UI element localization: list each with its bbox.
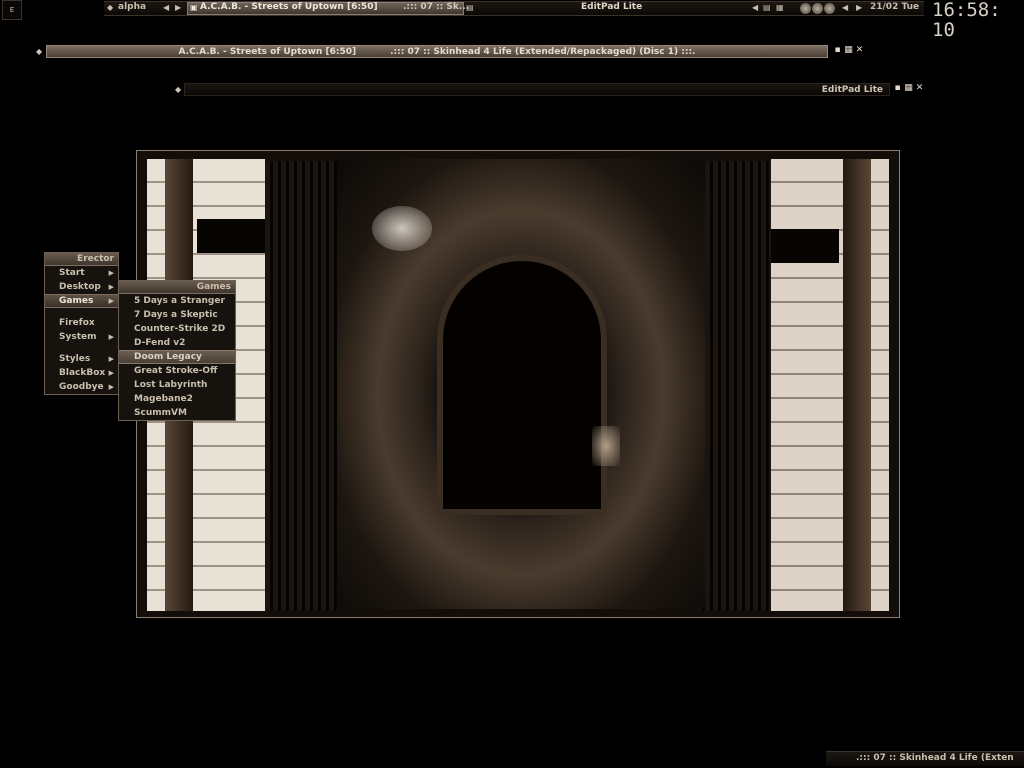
menu-item-label: Desktop <box>59 282 101 292</box>
submenu-arrow-icon: ▶ <box>108 269 114 277</box>
menu-item-label: Games <box>59 296 94 306</box>
track-title: A.C.A.B. - Streets of Uptown [6:50] <box>178 47 357 57</box>
music-player-window-buttons: ▪ ▦ ✕ <box>832 45 865 58</box>
submenu-arrow-icon: ▶ <box>108 297 114 305</box>
maximize-icon[interactable]: ▦ <box>843 45 854 55</box>
menu-item-label: Styles <box>59 354 91 364</box>
bottom-task-bar[interactable]: .::: 07 :: Skinhead 4 Life (Exten <box>826 751 1024 766</box>
window-left-arrow-icon[interactable]: ◀ <box>752 3 758 12</box>
music-player-titlebar[interactable]: A.C.A.B. - Streets of Uptown [6:50] .::: … <box>46 45 828 58</box>
task-label-active[interactable]: A.C.A.B. - Streets of Uptown [6:50] <box>200 2 378 12</box>
game-item-d-fend-v2[interactable]: D-Fend v2 <box>119 336 235 350</box>
game-item-lost-labyrinth[interactable]: Lost Labyrinth <box>119 378 235 392</box>
menu-separator <box>45 344 118 352</box>
games-menu-title: Games <box>119 281 235 294</box>
menu-item-label: Start <box>59 268 85 278</box>
tray-status-icon[interactable] <box>824 3 835 14</box>
toolbar: E ◆ alpha ◀ ▶ ▣ A.C.A.B. - Streets of Up… <box>0 0 1024 40</box>
root-menu-title: Erector <box>45 253 118 266</box>
close-icon[interactable]: ✕ <box>854 45 865 55</box>
wallpaper-lamp <box>592 426 620 466</box>
editpad-close-icon[interactable]: ✕ <box>914 83 925 93</box>
game-item-counter-strike-2d[interactable]: Counter-Strike 2D <box>119 322 235 336</box>
wallpaper-right-edge <box>843 159 871 611</box>
wallpaper-image <box>136 150 900 618</box>
root-menu: Erector Start ▶ Desktop ▶ Games ▶ Firefox S… <box>44 252 119 395</box>
game-item-7-days-a-skeptic[interactable]: 7 Days a Skeptic <box>119 308 235 322</box>
editpad-window-buttons: ▪ ▦ ✕ <box>892 83 925 96</box>
menu-item-label: Firefox <box>59 318 95 328</box>
submenu-arrow-icon: ▶ <box>108 333 114 341</box>
save-icon[interactable]: ▦ <box>776 3 784 12</box>
music-player-title: A.C.A.B. - Streets of Uptown [6:50] .::: … <box>47 47 827 57</box>
menu-item-goodbye[interactable]: Goodbye ▶ <box>45 380 118 394</box>
window-menu-icon[interactable]: ◆ <box>36 47 42 56</box>
wallpaper-left-gate <box>265 161 339 611</box>
menu-item-firefox[interactable]: Firefox <box>45 316 118 330</box>
games-submenu: Games 5 Days a Stranger 7 Days a Skeptic… <box>118 280 236 421</box>
submenu-arrow-icon: ▶ <box>108 383 114 391</box>
tray-right-arrow-icon[interactable]: ▶ <box>856 3 862 12</box>
track-subtitle: .::: 07 :: Skinhead 4 Life (Extended/Rep… <box>390 47 696 57</box>
submenu-arrow-icon: ▶ <box>108 283 114 291</box>
editpad-task-icon: ▤ <box>466 3 474 12</box>
workspace-left-arrow-icon[interactable]: ◀ <box>163 3 169 12</box>
menu-item-system[interactable]: System ▶ <box>45 330 118 344</box>
wallpaper-right-pillar <box>771 159 889 611</box>
menu-item-games[interactable]: Games ▶ <box>45 294 118 308</box>
editpad-maximize-icon[interactable]: ▦ <box>903 83 914 93</box>
submenu-arrow-icon: ▶ <box>108 355 114 363</box>
workspace-right-arrow-icon[interactable]: ▶ <box>175 3 181 12</box>
menu-item-label: BlackBox <box>59 368 106 378</box>
menu-corner-button[interactable]: E <box>2 0 22 20</box>
task-app-icon: ▣ <box>190 3 198 12</box>
printer-icon[interactable]: ▤ <box>763 3 771 12</box>
wallpaper-arch-opening <box>437 255 607 515</box>
task-label-secondary[interactable]: .::: 07 :: Sk... <box>403 2 469 12</box>
minimize-icon[interactable]: ▪ <box>832 45 843 55</box>
menu-item-start[interactable]: Start ▶ <box>45 266 118 280</box>
workspace-label[interactable]: alpha <box>118 2 146 12</box>
game-item-doom-legacy[interactable]: Doom Legacy <box>119 350 235 364</box>
submenu-arrow-icon: ▶ <box>108 369 114 377</box>
clock: 16:58: 10 <box>932 0 1001 41</box>
editpad-minimize-icon[interactable]: ▪ <box>892 83 903 93</box>
menu-item-styles[interactable]: Styles ▶ <box>45 352 118 366</box>
task-button-editpad[interactable]: ▤ <box>466 2 478 15</box>
toolbar-window-title: EditPad Lite <box>581 2 643 12</box>
game-item-magebane2[interactable]: Magebane2 <box>119 392 235 406</box>
date-label: 21/02 Tue <box>870 2 920 12</box>
game-item-great-stroke-off[interactable]: Great Stroke-Off <box>119 364 235 378</box>
tray-network-icon[interactable] <box>800 3 811 14</box>
tray-left-arrow-icon[interactable]: ◀ <box>842 3 848 12</box>
editpad-titlebar[interactable]: EditPad Lite <box>184 83 890 96</box>
bottom-task-label: .::: 07 :: Skinhead 4 Life (Exten <box>856 753 1014 763</box>
game-item-5-days-a-stranger[interactable]: 5 Days a Stranger <box>119 294 235 308</box>
menu-item-label: System <box>59 332 97 342</box>
menu-item-blackbox[interactable]: BlackBox ▶ <box>45 366 118 380</box>
wallpaper-band-right <box>771 229 839 263</box>
wallpaper-glow <box>372 206 432 251</box>
menu-item-label: Goodbye <box>59 382 104 392</box>
editpad-window-menu-icon[interactable]: ◆ <box>175 85 181 94</box>
menu-separator <box>45 308 118 316</box>
wallpaper-band <box>197 219 265 253</box>
prev-workspace-icon[interactable]: ◆ <box>107 3 113 12</box>
editpad-title: EditPad Lite <box>821 85 883 95</box>
tray-volume-icon[interactable] <box>812 3 823 14</box>
wallpaper-right-gate <box>697 161 771 611</box>
menu-item-desktop[interactable]: Desktop ▶ <box>45 280 118 294</box>
game-item-scummvm[interactable]: ScummVM <box>119 406 235 420</box>
